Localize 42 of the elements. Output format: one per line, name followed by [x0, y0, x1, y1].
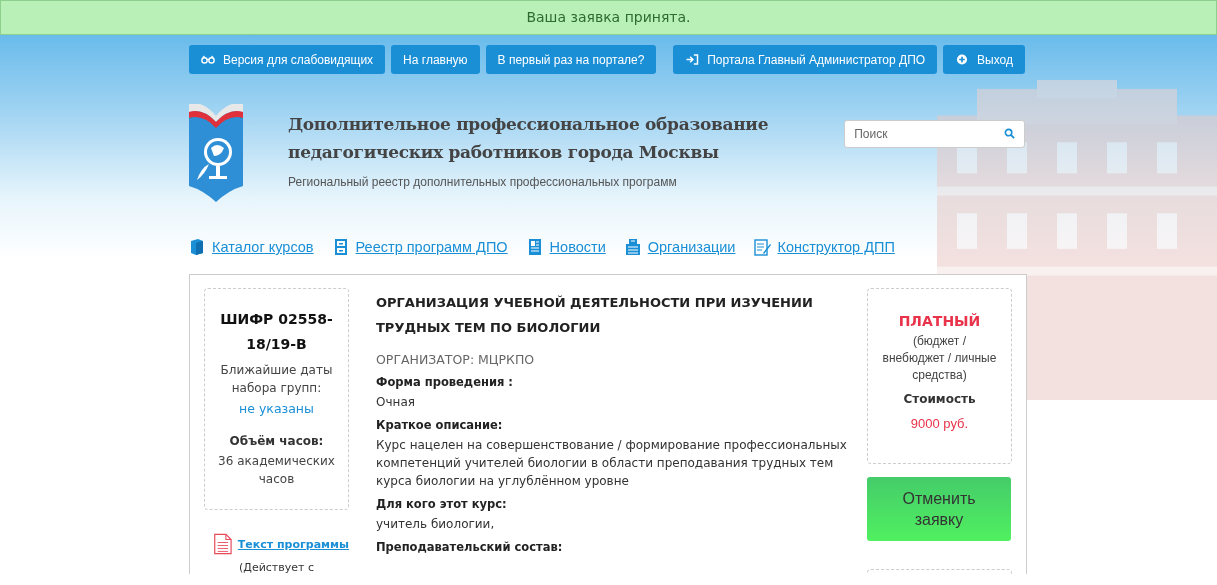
section-heading: Краткое описание:	[376, 418, 504, 432]
dates-label: Ближайшие даты набора групп:	[219, 362, 334, 397]
notification-banner: Ваша заявка принята.	[0, 0, 1217, 35]
nav-link[interactable]: Новости	[549, 239, 606, 255]
top-nav-button[interactable]: На главную	[391, 45, 480, 74]
payment-type: ПЛАТНЫЙ	[897, 313, 982, 329]
login-icon	[685, 54, 700, 65]
course-title: ОРГАНИЗАЦИЯ УЧЕБНОЙ ДЕЯТЕЛЬНОСТИ ПРИ ИЗУЧЕНИИ ТРУДНЫХ ТЕМ ПО БИОЛОГИИ	[376, 294, 814, 337]
site-title: Дополнительное профессиональное образование педагогических работников города Москвы	[288, 113, 770, 164]
top-nav-button[interactable]: Версия для слабовидящих	[189, 45, 386, 74]
section-heading: Для кого этот курс:	[376, 497, 508, 511]
cost-value: 9000 руб.	[909, 416, 970, 431]
logo-icon	[189, 104, 243, 202]
program-text-link[interactable]: Текст программы	[237, 537, 349, 551]
nav-link[interactable]: Организации	[647, 239, 736, 255]
nav-link[interactable]: Конструктор ДПП	[777, 239, 895, 255]
payment-note: (бюджет / внебюджет / личные средства)	[881, 333, 998, 384]
search-icon[interactable]	[1004, 128, 1015, 139]
section-text: учитель биологии,	[376, 516, 496, 533]
organizer: ОРГАНИЗАТОР: МЦРКПО	[376, 352, 536, 367]
section-heading: Преподавательский состав:	[376, 540, 564, 554]
section-heading: Форма проведения :	[376, 375, 514, 389]
course-code: ШИФР 02558-18/19-В	[219, 310, 334, 354]
top-nav-button[interactable]: В первый раз на портале?	[485, 45, 657, 74]
cancel-application-button[interactable]: Отменить заявку	[867, 477, 1011, 541]
plus-circle-icon	[955, 54, 970, 65]
cost-label: Стоимость	[902, 392, 977, 406]
hours-label: Объём часов:	[228, 434, 325, 448]
building-icon[interactable]	[624, 238, 643, 256]
top-nav-button[interactable]: Портала Главный Администратор ДПО	[673, 45, 938, 74]
program-note: (Действует с	[238, 561, 315, 574]
dates-value: не указаны	[238, 401, 315, 416]
hours-value: 36 академических часов	[217, 453, 336, 488]
edit-document-icon[interactable]	[754, 238, 773, 256]
section-text: Очная	[376, 394, 416, 411]
nav-link[interactable]: Реестр программ ДПО	[355, 239, 508, 255]
site-subtitle: Региональный реестр дополнительных профессиональных программ	[288, 175, 678, 189]
section-text: Курс нацелен на совершенствование / формирование профессиональных компетенций учителей биологии в области преподавания трудных тем курса биологии на углублённом уровне	[376, 437, 848, 490]
search-field[interactable]: Поиск	[844, 120, 1025, 148]
top-nav-button[interactable]: Выход	[943, 45, 1025, 74]
glasses-icon	[201, 54, 215, 65]
nav-link[interactable]: Каталог курсов	[212, 239, 314, 255]
